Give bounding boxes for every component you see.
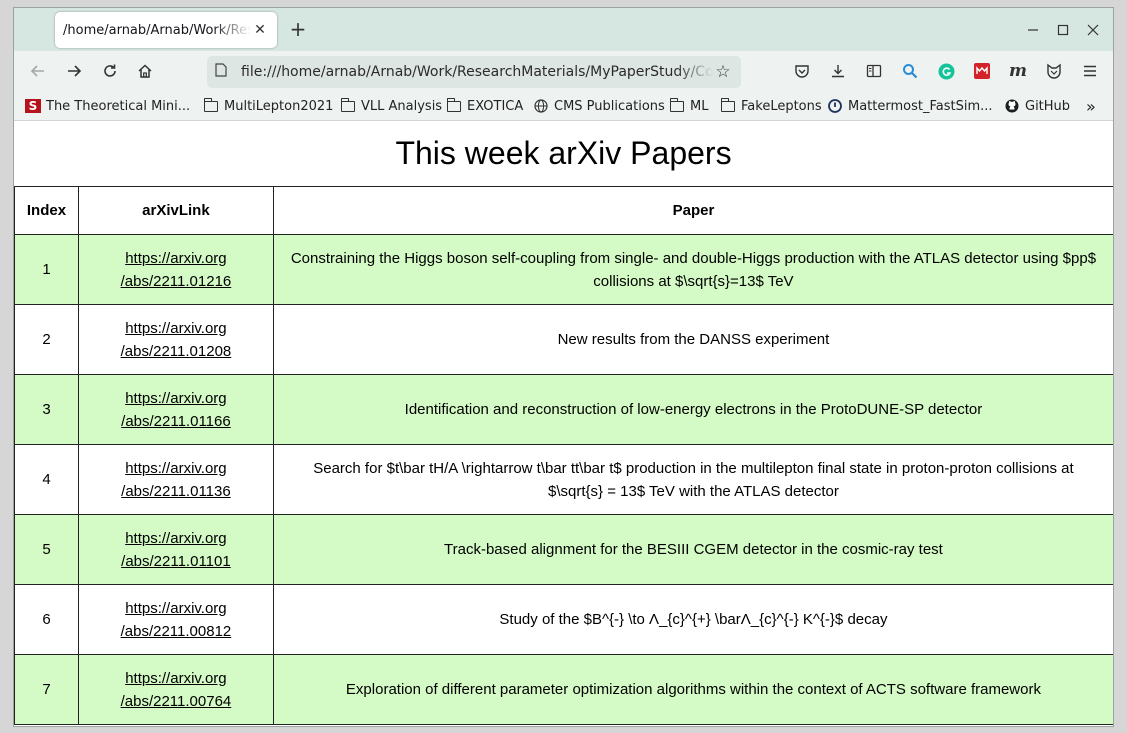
folder-icon [720, 97, 735, 112]
bookmark-label: MultiLepton2021 [224, 98, 334, 114]
pocket-icon[interactable] [792, 61, 812, 81]
table-row: 4 https://arxiv.org/abs/2211.01136 Searc… [14, 444, 1113, 515]
arxiv-link[interactable]: https://arxiv.org/abs/2211.01166 [121, 390, 231, 430]
row-index: 6 [14, 584, 79, 655]
browser-window: /home/arnab/Arnab/Work/ResearchMaterials… [13, 7, 1114, 727]
bookmark-label: The Theoretical Mini... [46, 98, 191, 114]
row-index: 1 [14, 234, 79, 305]
header-paper: Paper [272, 186, 1113, 235]
table-row: 2 https://arxiv.org/abs/2211.01208 New r… [14, 304, 1113, 375]
bookmark-star-icon[interactable]: ☆ [713, 62, 733, 82]
bookmark-ml[interactable]: ML [669, 96, 709, 116]
table-header-row: Index arXivLink Paper [14, 186, 1113, 235]
home-icon[interactable] [132, 58, 158, 84]
bookmark-fakeleptons[interactable]: FakeLeptons [720, 96, 822, 116]
bookmark-label: VLL Analysis [361, 98, 443, 114]
downloads-icon[interactable] [828, 61, 848, 81]
bookmarks-toolbar: S The Theoretical Mini... MultiLepton202… [14, 91, 1113, 121]
reader-sidebar-icon[interactable] [864, 61, 884, 81]
forward-icon[interactable] [61, 58, 87, 84]
row-index: 4 [14, 444, 79, 515]
arxiv-link[interactable]: https://arxiv.org/abs/2211.01208 [121, 320, 232, 360]
header-index: Index [14, 186, 79, 235]
row-index: 5 [14, 514, 79, 585]
arxiv-link[interactable]: https://arxiv.org/abs/2211.01216 [121, 250, 232, 290]
bookmark-mattermost[interactable]: Mattermost_FastSim... [827, 96, 993, 116]
bookmark-theoretical-minimum[interactable]: S The Theoretical Mini... [25, 96, 190, 116]
row-paper-title: Search for $t\bar tH/A \rightarrow t\bar… [272, 444, 1113, 515]
bookmark-vll-analysis[interactable]: VLL Analysis [340, 96, 443, 116]
row-link-cell: https://arxiv.org/abs/2211.01166 [77, 374, 274, 445]
bookmark-cms-publications[interactable]: CMS Publications [533, 96, 665, 116]
row-paper-title: New results from the DANSS experiment [272, 304, 1113, 375]
row-index: 3 [14, 374, 79, 445]
minimize-icon[interactable] [1022, 19, 1044, 41]
row-paper-title: Exploration of different parameter optim… [272, 654, 1113, 725]
grammarly-icon[interactable] [936, 61, 956, 81]
table-row: 3 https://arxiv.org/abs/2211.01166 Ident… [14, 374, 1113, 445]
arxiv-link[interactable]: https://arxiv.org/abs/2211.01136 [121, 460, 231, 500]
close-window-icon[interactable] [1082, 19, 1104, 41]
url-text[interactable]: file:///home/arnab/Arnab/Work/ResearchMa… [241, 64, 713, 80]
bookmark-multilepton2021[interactable]: MultiLepton2021 [203, 96, 334, 116]
bookmark-exotica[interactable]: EXOTICA [446, 96, 524, 116]
page-info-icon[interactable] [215, 63, 233, 81]
table-row: 5 https://arxiv.org/abs/2211.01101 Track… [14, 514, 1113, 585]
back-icon[interactable] [25, 58, 51, 84]
bookmark-github[interactable]: GitHub [1004, 96, 1070, 116]
mendeley-icon[interactable] [972, 61, 992, 81]
row-paper-title: Track-based alignment for the BESIII CGE… [272, 514, 1113, 585]
arxiv-link[interactable]: https://arxiv.org/abs/2211.00764 [121, 670, 232, 710]
row-paper-title: Study of the $B^{-} \to Λ_{c}^{+} \barΛ_… [272, 584, 1113, 655]
row-index: 2 [14, 304, 79, 375]
arxiv-link[interactable]: https://arxiv.org/abs/2211.00812 [121, 600, 232, 640]
folder-icon [669, 97, 684, 112]
bookmark-label: ML [690, 98, 709, 114]
bookmark-label: EXOTICA [467, 98, 524, 114]
active-tab[interactable]: /home/arnab/Arnab/Work/ResearchMaterials… [55, 12, 277, 48]
bookmark-label: CMS Publications [554, 98, 665, 114]
row-paper-title: Constraining the Higgs boson self-coupli… [272, 234, 1113, 305]
more-bookmarks-icon[interactable]: » [1086, 96, 1096, 116]
page-title: This week arXiv Papers [395, 135, 732, 171]
navigation-toolbar: file:///home/arnab/Arnab/Work/ResearchMa… [14, 51, 1113, 91]
row-link-cell: https://arxiv.org/abs/2211.01208 [77, 304, 274, 375]
globe-icon [533, 99, 549, 113]
menu-icon[interactable] [1080, 61, 1100, 81]
maximize-icon[interactable] [1052, 19, 1074, 41]
close-tab-icon[interactable]: ✕ [251, 21, 269, 39]
row-link-cell: https://arxiv.org/abs/2211.00812 [77, 584, 274, 655]
theoretical-minimum-icon: S [25, 99, 41, 113]
header-arxivlink: arXivLink [77, 186, 274, 235]
folder-icon [340, 97, 355, 112]
reload-icon[interactable] [97, 58, 123, 84]
github-icon [1004, 99, 1020, 113]
papers-table: Index arXivLink Paper 1 https://arxiv.or… [14, 186, 1113, 725]
table-row: 7 https://arxiv.org/abs/2211.00764 Explo… [14, 654, 1113, 725]
row-link-cell: https://arxiv.org/abs/2211.01101 [77, 514, 274, 585]
row-index: 7 [14, 654, 79, 725]
url-bar[interactable]: file:///home/arnab/Arnab/Work/ResearchMa… [207, 56, 741, 88]
new-tab-icon[interactable]: + [287, 19, 309, 41]
table-row: 6 https://arxiv.org/abs/2211.00812 Study… [14, 584, 1113, 655]
row-link-cell: https://arxiv.org/abs/2211.01136 [77, 444, 274, 515]
page-content: This week arXiv Papers Index arXivLink P… [14, 121, 1113, 726]
tab-bar: /home/arnab/Arnab/Work/ResearchMaterials… [14, 8, 1113, 51]
row-link-cell: https://arxiv.org/abs/2211.00764 [77, 654, 274, 725]
row-paper-title: Identification and reconstruction of low… [272, 374, 1113, 445]
arxiv-link[interactable]: https://arxiv.org/abs/2211.01101 [121, 530, 231, 570]
folder-icon [203, 97, 218, 112]
privacy-badger-icon[interactable] [1044, 61, 1064, 81]
mattermost-icon [827, 99, 843, 113]
m-extension-icon[interactable]: m [1008, 61, 1028, 81]
bookmark-label: FakeLeptons [741, 98, 822, 114]
table-row: 1 https://arxiv.org/abs/2211.01216 Const… [14, 234, 1113, 305]
search-extension-icon[interactable] [900, 61, 920, 81]
bookmark-label: GitHub [1025, 98, 1071, 114]
tab-title: /home/arnab/Arnab/Work/ResearchMaterials… [63, 22, 251, 38]
folder-icon [446, 97, 461, 112]
bookmark-label: Mattermost_FastSim... [848, 98, 993, 114]
row-link-cell: https://arxiv.org/abs/2211.01216 [77, 234, 274, 305]
